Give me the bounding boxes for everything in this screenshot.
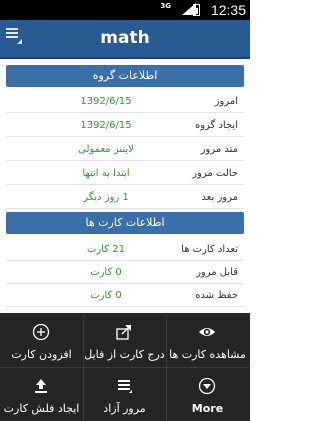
more-chevron-icon xyxy=(198,377,216,395)
group-info-header: اطلاعات گروه xyxy=(6,65,244,87)
row-value: 21 کارت xyxy=(87,244,125,255)
row-value: 1392/6/15 xyxy=(80,120,132,131)
network-type: 3G xyxy=(160,2,171,10)
menu-item-label: مرور آزاد xyxy=(103,402,146,415)
info-row-review-mode: حالت مرور ابتدا به انتها xyxy=(6,163,244,185)
battery-icon xyxy=(193,4,200,16)
info-row-reviewable: قابل مرور 0 کارت xyxy=(6,262,244,284)
info-row-review-method: متد مرور لایتنر معمولی xyxy=(6,139,244,161)
add-card-button[interactable]: افزودن کارت xyxy=(0,313,83,367)
row-label: قابل مرور xyxy=(196,267,238,278)
add-circle-icon xyxy=(32,323,50,341)
app-title: math xyxy=(100,28,150,48)
eye-icon xyxy=(199,328,215,336)
import-cards-from-file-button[interactable]: درج کارت از فایل xyxy=(83,313,166,367)
row-value: لایتنر معمولی xyxy=(78,144,134,155)
more-button[interactable]: More xyxy=(166,367,249,421)
info-row-group-created: ایجاد گروه 1392/6/15 xyxy=(6,115,244,137)
status-time: 12:35 xyxy=(210,2,246,18)
menu-item-label: More xyxy=(191,402,224,415)
menu-item-label: ایجاد فلش کارت xyxy=(3,402,80,415)
cards-info-header: اطلاعات کارت ها xyxy=(6,212,244,234)
action-bar: math xyxy=(0,20,250,59)
info-row-today: امروز 1392/6/15 xyxy=(6,91,244,113)
info-row-next-review: مرور بعد 1 روز دیگر xyxy=(6,187,244,209)
row-value: ابتدا به انتها xyxy=(82,168,130,179)
row-value: 1392/6/15 xyxy=(80,96,132,107)
row-label: امروز xyxy=(214,96,238,107)
info-row-card-count: تعداد کارت ها 21 کارت xyxy=(6,239,244,261)
view-cards-button[interactable]: مشاهده کارت ها xyxy=(166,313,249,367)
row-label: ایجاد گروه xyxy=(194,120,238,131)
row-label: حفظ شده xyxy=(195,290,238,301)
row-value: 0 کارت xyxy=(90,290,122,301)
row-label: حالت مرور xyxy=(192,168,238,179)
free-review-button[interactable]: مرور آزاد xyxy=(83,367,166,421)
row-label: متد مرور xyxy=(200,144,238,155)
menu-item-label: افزودن کارت xyxy=(11,348,72,361)
create-flashcard-button[interactable]: ایجاد فلش کارت xyxy=(0,367,83,421)
row-label: تعداد کارت ها xyxy=(181,244,238,255)
status-bar: 3G 12:35 xyxy=(0,0,250,20)
share-icon xyxy=(116,325,131,340)
row-value: 0 کارت xyxy=(90,267,122,278)
list-icon xyxy=(118,380,132,393)
menu-item-label: درج کارت از فایل xyxy=(84,348,165,361)
menu-item-label: مشاهده کارت ها xyxy=(169,348,246,361)
info-row-memorized: حفظ شده 0 کارت xyxy=(6,285,244,307)
upload-icon xyxy=(35,379,47,393)
options-menu: افزودن کارت درج کارت از فایل مشاهده کارت… xyxy=(0,313,250,421)
row-value: 1 روز دیگر xyxy=(83,192,129,203)
row-label: مرور بعد xyxy=(201,192,238,203)
